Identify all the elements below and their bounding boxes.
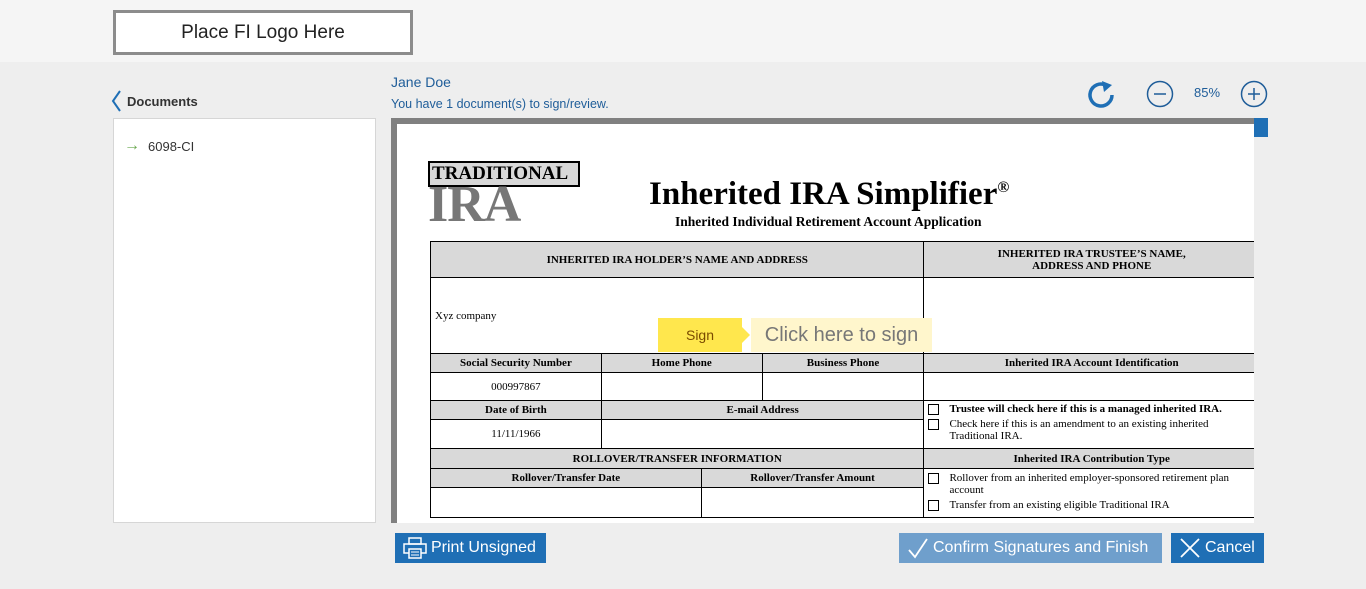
trustee-checks: Trustee will check here if this is a man… <box>923 400 1254 449</box>
business-phone-value <box>761 372 925 401</box>
click-to-sign-field[interactable]: Click here to sign <box>751 318 932 352</box>
arrow-right-icon: → <box>124 137 140 154</box>
ssn-label: Social Security Number <box>430 353 602 373</box>
chevron-left-icon <box>111 90 121 112</box>
holder-name: Xyz company <box>435 309 497 322</box>
email-label: E-mail Address <box>600 400 925 420</box>
trustee-header: INHERITED IRA TRUSTEE’S NAME, ADDRESS AND… <box>923 241 1254 278</box>
application-form: INHERITED IRA HOLDER’S NAME AND ADDRESS … <box>429 241 1254 518</box>
ssn-value: 000997867 <box>430 372 602 401</box>
plus-circle-icon <box>1240 80 1268 108</box>
back-label: Documents <box>127 93 198 109</box>
check-icon <box>908 538 928 559</box>
confirm-signatures-label: Confirm Signatures and Finish <box>933 539 1149 556</box>
home-phone-label: Home Phone <box>600 353 763 373</box>
rollover-option-checkbox[interactable] <box>928 473 940 484</box>
printer-icon <box>403 537 427 559</box>
document-list: → 6098-CI <box>113 118 376 523</box>
top-bar: Place FI Logo Here <box>0 0 1366 62</box>
document-list-item[interactable]: → 6098-CI <box>124 137 194 155</box>
trustee-cell <box>923 277 1254 354</box>
rotate-button[interactable] <box>1086 80 1118 115</box>
status-text: You have 1 document(s) to sign/review. <box>391 97 609 111</box>
account-id-label: Inherited IRA Account Identification <box>923 353 1254 373</box>
zoom-in-button[interactable] <box>1240 80 1268 113</box>
rotate-icon <box>1088 81 1114 108</box>
sign-button[interactable]: Sign <box>658 318 750 352</box>
back-to-documents-link[interactable]: Documents <box>111 90 198 112</box>
amendment-checkbox[interactable] <box>928 419 940 430</box>
transfer-option-checkbox[interactable] <box>928 500 940 511</box>
holder-header: INHERITED IRA HOLDER’S NAME AND ADDRESS <box>429 241 925 278</box>
rollover-header: ROLLOVER/TRANSFER INFORMATION <box>429 448 925 469</box>
viewer-scrollbar-thumb[interactable] <box>1254 118 1268 137</box>
zoom-out-button[interactable] <box>1146 80 1174 113</box>
cancel-label: Cancel <box>1205 539 1255 556</box>
user-name: Jane Doe <box>391 74 451 90</box>
print-unsigned-label: Print Unsigned <box>431 539 536 556</box>
document-subtitle: Inherited Individual Retirement Account … <box>675 214 982 229</box>
contribution-header: Inherited IRA Contribution Type <box>923 448 1254 469</box>
email-value <box>600 419 925 449</box>
cancel-button[interactable]: Cancel <box>1171 533 1264 563</box>
rollover-amount-label: Rollover/Transfer Amount <box>700 468 925 488</box>
close-icon <box>1180 538 1200 558</box>
document-title: Inherited IRA Simplifier® <box>649 176 1010 212</box>
logo-bottom-text: IRA <box>428 176 521 233</box>
print-unsigned-button[interactable]: Print Unsigned <box>395 533 546 563</box>
account-id-value <box>923 372 1254 401</box>
dob-value: 11/11/1966 <box>430 419 602 449</box>
contribution-options: Rollover from an inherited employer-spon… <box>923 468 1254 518</box>
zoom-level: 85% <box>1194 85 1221 100</box>
minus-circle-icon <box>1146 80 1174 108</box>
business-phone-label: Business Phone <box>761 353 925 373</box>
document-name: 6098-CI <box>148 138 195 154</box>
home-phone-value <box>600 372 763 401</box>
confirm-signatures-button[interactable]: Confirm Signatures and Finish <box>899 533 1162 563</box>
fi-logo-placeholder: Place FI Logo Here <box>113 10 413 55</box>
dob-label: Date of Birth <box>430 400 602 420</box>
rollover-date-value <box>430 487 702 518</box>
managed-ira-checkbox[interactable] <box>928 404 940 415</box>
traditional-ira-logo: TRADITIONAL IRA <box>428 161 580 233</box>
rollover-amount-value <box>700 487 925 518</box>
rollover-date-label: Rollover/Transfer Date <box>430 468 702 488</box>
